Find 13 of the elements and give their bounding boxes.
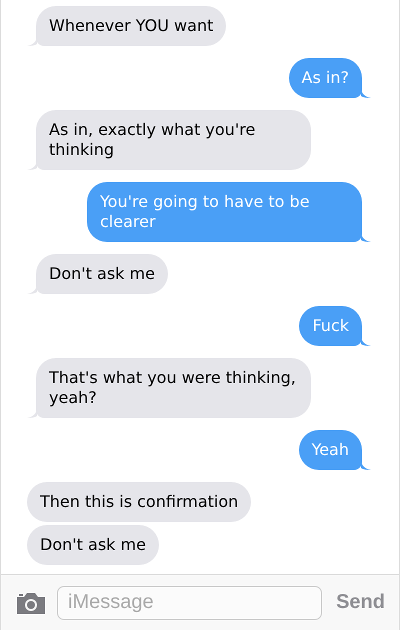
message-bubble: Don't ask me — [27, 525, 159, 565]
message-bubble: As in, exactly what you're thinking — [36, 110, 311, 170]
message-bubble: Don't ask me — [36, 254, 168, 294]
message-bubble: As in? — [288, 58, 362, 98]
send-button[interactable]: Send — [332, 591, 389, 614]
message-bubble: Fuck — [299, 306, 362, 346]
message-bubble: Then this is confirmation — [27, 482, 252, 522]
message-bubble: Whenever YOU want — [36, 6, 226, 46]
message-bubble: Yeah — [298, 430, 362, 470]
message-input-field[interactable]: iMessage — [57, 586, 322, 620]
message-bubble: That's what you were thinking, yeah? — [36, 358, 311, 418]
message-bubble: You're going to have to be clearer — [87, 182, 362, 242]
camera-icon[interactable] — [15, 590, 47, 614]
